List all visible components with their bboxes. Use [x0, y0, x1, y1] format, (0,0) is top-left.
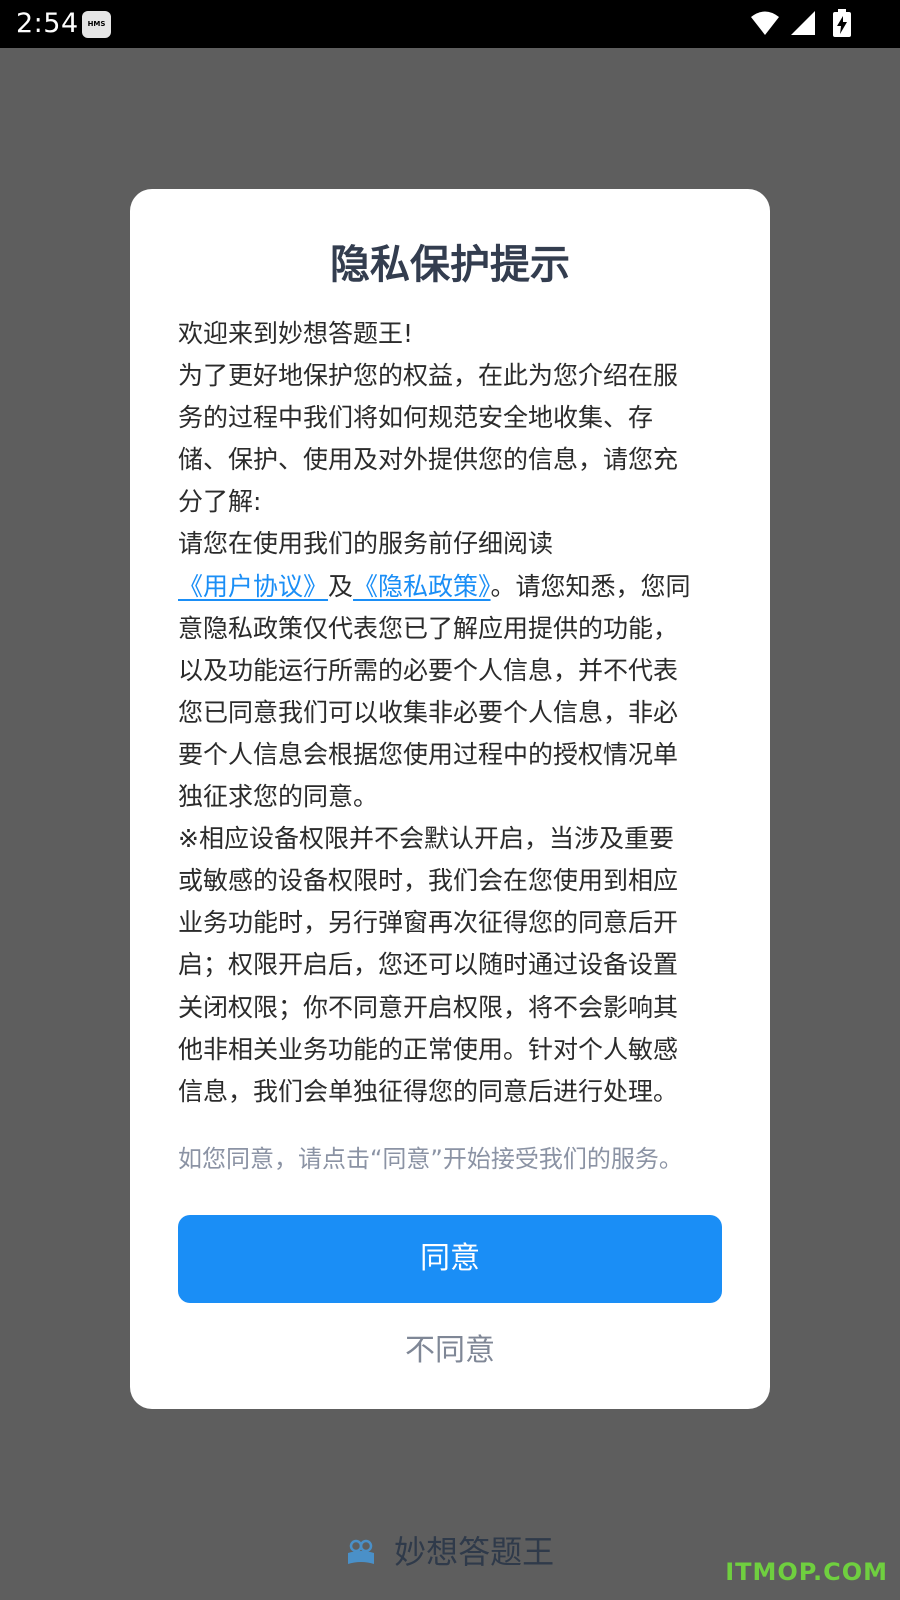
status-icons: [750, 8, 852, 40]
permission-paragraph: ※相应设备权限并不会默认开启，当涉及重要或敏感的设备权限时，我们会在您使用到相应…: [178, 824, 679, 1106]
agreement-paragraph: 请您在使用我们的服务前仔细阅读《用户协议》及《隐私政策》。请您知悉，您同意隐私政…: [178, 523, 698, 818]
welcome-text: 欢迎来到妙想答题王!: [178, 319, 414, 348]
hms-badge-icon: HMS: [82, 11, 111, 38]
agreement-suffix: 。请您知悉，您同意隐私政策仅代表您已了解应用提供的功能，以及功能运行所需的必要个…: [178, 571, 691, 812]
disagree-button[interactable]: 不同意: [178, 1319, 722, 1383]
status-bar: 2:54 HMS: [0, 0, 900, 48]
cell-signal-icon: [790, 11, 815, 35]
status-time: 2:54: [16, 8, 79, 39]
intro-paragraph: 为了更好地保护您的权益，在此为您介绍在服务的过程中我们将如何规范安全地收集、存储…: [178, 361, 679, 517]
wifi-icon: [750, 11, 779, 35]
and-text: 及: [328, 571, 354, 601]
dialog-body: 欢迎来到妙想答题王! 为了更好地保护您的权益，在此为您介绍在服务的过程中我们将如…: [178, 313, 698, 1113]
footer-app-name: 妙想答题王: [394, 1533, 555, 1571]
agreement-prefix: 请您在使用我们的服务前仔细阅读: [178, 529, 554, 559]
agree-button[interactable]: 同意: [178, 1215, 722, 1303]
battery-charging-icon: [833, 9, 851, 37]
user-agreement-link[interactable]: 《用户协议》: [178, 572, 328, 601]
book-reader-icon: [347, 1539, 374, 1564]
consent-hint: 如您同意，请点击“同意”开始接受我们的服务。: [178, 1145, 683, 1173]
privacy-dialog: 隐私保护提示 欢迎来到妙想答题王! 为了更好地保护您的权益，在此为您介绍在服务的…: [130, 189, 770, 1409]
watermark: ITMOP.COM: [725, 1558, 888, 1586]
dialog-title: 隐私保护提示: [330, 242, 570, 288]
privacy-policy-link[interactable]: 《隐私政策》: [353, 572, 491, 601]
